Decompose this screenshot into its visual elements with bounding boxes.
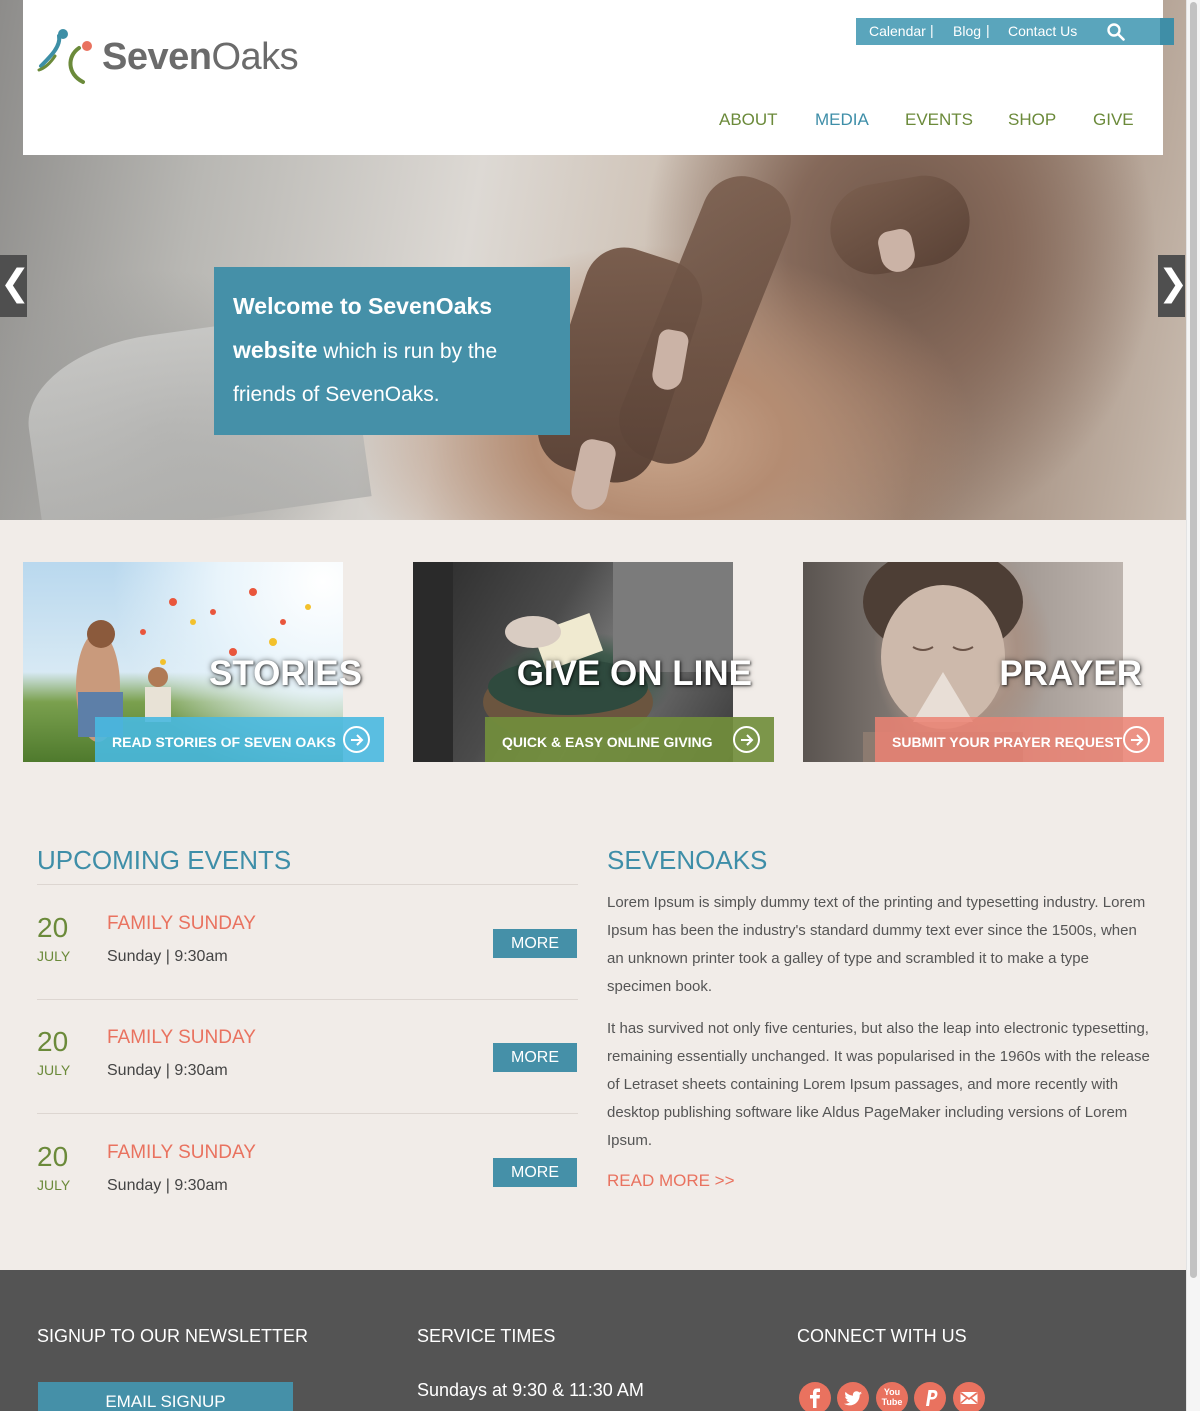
newsletter-heading: SIGNUP TO OUR NEWSLETTER [37, 1326, 309, 1346]
welcome-box: Welcome to SevenOaks website which is ru… [214, 267, 570, 435]
email-signup-button[interactable]: EMAIL SIGNUP [38, 1382, 293, 1411]
utility-bar: Calendar | Blog | Contact Us [856, 18, 1174, 45]
logo-wordmark: SevenOaks [102, 36, 299, 78]
event-item: 20 JULY FAMILY SUNDAY Sunday | 9:30am MO… [37, 1114, 578, 1229]
welcome-heading-2: website [233, 337, 318, 363]
contact-us-link[interactable]: Contact Us [1008, 23, 1077, 39]
email-icon[interactable] [953, 1382, 985, 1411]
event-name[interactable]: FAMILY SUNDAY [107, 913, 256, 935]
event-name[interactable]: FAMILY SUNDAY [107, 1027, 256, 1049]
calendar-link[interactable]: Calendar [869, 23, 926, 39]
stories-cta[interactable]: READ STORIES OF SEVEN OAKS [95, 717, 384, 762]
topbar-separator: | [930, 22, 934, 38]
card-cta-label: SUBMIT YOUR PRAYER REQUEST [892, 734, 1123, 750]
service-times-heading: SERVICE TIMES [417, 1326, 556, 1346]
facebook-icon[interactable] [799, 1382, 831, 1411]
about-paragraph: It has survived not only five centuries,… [607, 1020, 1150, 1149]
search-icon[interactable] [1107, 23, 1125, 41]
event-month: JULY [37, 1062, 71, 1078]
utility-bar-end [1160, 18, 1174, 45]
slider-prev-button[interactable]: ❮ [0, 255, 30, 317]
read-more-link[interactable]: READ MORE >> [607, 1171, 735, 1191]
arrow-right-circle-icon [1123, 726, 1150, 753]
card-cta-label: READ STORIES OF SEVEN OAKS [112, 734, 336, 750]
event-day: 20 [37, 1141, 69, 1172]
give-online-cta[interactable]: QUICK & EASY ONLINE GIVING [485, 717, 774, 762]
event-time: Sunday | 9:30am [107, 948, 228, 965]
events-heading: UPCOMING EVENTS [37, 845, 292, 875]
event-day: 20 [37, 1026, 69, 1057]
event-name[interactable]: FAMILY SUNDAY [107, 1142, 256, 1164]
arrow-right-circle-icon [343, 726, 370, 753]
site-header: SevenOaks Calendar | Blog | Contact Us A… [23, 0, 1174, 155]
arrow-right-circle-icon [733, 726, 760, 753]
nav-shop[interactable]: SHOP [1008, 110, 1056, 130]
topbar-separator: | [986, 22, 990, 38]
prayer-cta[interactable]: SUBMIT YOUR PRAYER REQUEST [875, 717, 1164, 762]
scrollbar-thumb[interactable] [1190, 2, 1197, 1278]
connect-heading: CONNECT WITH US [797, 1326, 967, 1346]
event-item: 20 JULY FAMILY SUNDAY Sunday | 9:30am MO… [37, 999, 578, 1114]
about-heading: SEVENOAKS [607, 845, 768, 875]
logo-mark-icon [37, 29, 92, 84]
event-month: JULY [37, 1177, 71, 1193]
page-scrollbar[interactable] [1186, 0, 1200, 1411]
card-cta-label: QUICK & EASY ONLINE GIVING [502, 734, 713, 750]
stories-card[interactable]: STORIES READ STORIES OF SEVEN OAKS [23, 562, 384, 762]
blog-link[interactable]: Blog [953, 23, 981, 39]
card-title: STORIES [208, 654, 362, 693]
prayer-card[interactable]: PRAYER SUBMIT YOUR PRAYER REQUEST [803, 562, 1164, 762]
youtube-label: You Tube [881, 1387, 903, 1407]
card-title: GIVE ON LINE [516, 654, 752, 693]
welcome-heading: Welcome to SevenOaks [233, 293, 493, 319]
event-time: Sunday | 9:30am [107, 1177, 228, 1194]
welcome-text: which is run by the [317, 340, 498, 363]
nav-give[interactable]: GIVE [1093, 110, 1134, 130]
slider-next-button[interactable]: ❯ [1158, 255, 1188, 317]
nav-about[interactable]: ABOUT [719, 110, 778, 130]
event-more-button[interactable]: MORE [493, 1158, 577, 1187]
give-online-card[interactable]: GIVE ON LINE QUICK & EASY ONLINE GIVING [413, 562, 774, 762]
card-title: PRAYER [999, 654, 1142, 693]
event-more-button[interactable]: MORE [493, 1043, 577, 1072]
event-item: 20 JULY FAMILY SUNDAY Sunday | 9:30am MO… [37, 885, 578, 1000]
paypal-icon[interactable] [914, 1382, 946, 1411]
nav-media[interactable]: MEDIA [815, 110, 869, 130]
about-paragraph: Lorem Ipsum is simply dummy text of the … [607, 894, 1146, 995]
event-time: Sunday | 9:30am [107, 1062, 228, 1079]
logo[interactable]: SevenOaks [37, 26, 307, 88]
nav-events[interactable]: EVENTS [905, 110, 973, 130]
twitter-icon[interactable] [837, 1382, 869, 1411]
event-day: 20 [37, 912, 69, 943]
youtube-icon[interactable]: You Tube [876, 1382, 908, 1411]
service-time-text: Sundays at 9:30 & 11:30 AM [417, 1380, 644, 1400]
event-month: JULY [37, 948, 71, 964]
site-footer: SIGNUP TO OUR NEWSLETTER EMAIL SIGNUP SE… [0, 1270, 1186, 1411]
event-more-button[interactable]: MORE [493, 929, 577, 958]
welcome-text-2: friends of SevenOaks. [233, 383, 440, 406]
